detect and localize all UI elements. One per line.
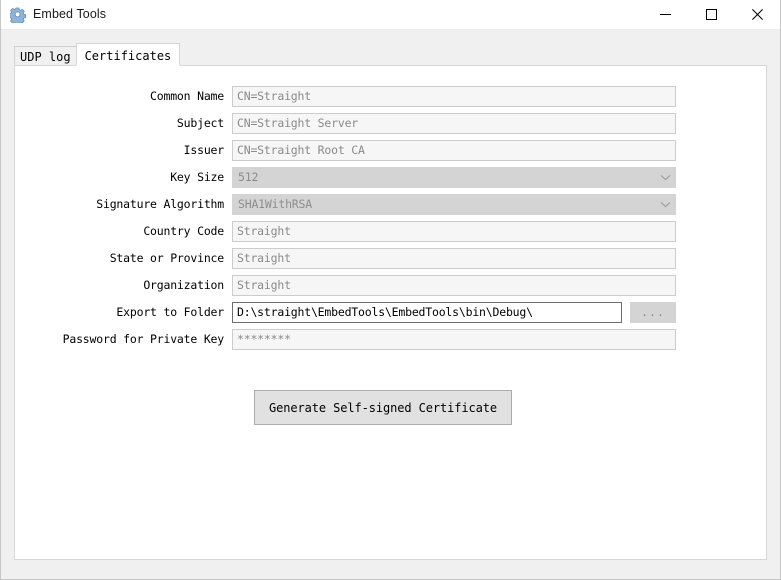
chevron-down-icon bbox=[655, 174, 675, 181]
maximize-button[interactable] bbox=[688, 0, 734, 29]
input-common-name[interactable]: CN=Straight bbox=[232, 86, 676, 107]
label-organization: Organization bbox=[143, 277, 224, 292]
label-common-name: Common Name bbox=[150, 88, 224, 103]
input-password-for-private-key[interactable]: ******** bbox=[232, 329, 676, 350]
control-common-name: CN=Straight bbox=[232, 86, 766, 107]
form-row-export-to-folder: Export to Folder D:\straight\EmbedTools\… bbox=[15, 302, 766, 323]
control-organization: Straight bbox=[232, 275, 766, 296]
form-row-organization: Organization Straight bbox=[15, 275, 766, 296]
control-issuer: CN=Straight Root CA bbox=[232, 140, 766, 161]
form-row-signature-algorithm: Signature Algorithm SHA1WithRSA bbox=[15, 194, 766, 215]
generate-self-signed-certificate-button[interactable]: Generate Self-signed Certificate bbox=[254, 390, 512, 425]
tab-udp-log[interactable]: UDP log bbox=[14, 46, 77, 65]
close-icon bbox=[751, 9, 763, 20]
browse-folder-button[interactable]: ... bbox=[630, 302, 676, 323]
tab-certificates[interactable]: Certificates bbox=[75, 43, 181, 66]
label-export-to-folder: Export to Folder bbox=[116, 304, 224, 319]
window-controls bbox=[642, 0, 780, 29]
window-title: Embed Tools bbox=[33, 7, 107, 22]
control-key-size: 512 bbox=[232, 167, 766, 188]
control-export-to-folder: D:\straight\EmbedTools\EmbedTools\bin\De… bbox=[232, 302, 766, 323]
control-password-for-private-key: ******** bbox=[232, 329, 766, 350]
form-row-issuer: Issuer CN=Straight Root CA bbox=[15, 140, 766, 161]
label-subject: Subject bbox=[176, 115, 224, 130]
form-row-key-size: Key Size 512 bbox=[15, 167, 766, 188]
label-password-for-private-key: Password for Private Key bbox=[62, 331, 225, 346]
control-state-or-province: Straight bbox=[232, 248, 766, 269]
control-signature-algorithm: SHA1WithRSA bbox=[232, 194, 766, 215]
tab-strip: UDP log Certificates bbox=[14, 42, 780, 66]
certificates-tab-panel: Common Name CN=Straight Subject CN=Strai… bbox=[14, 65, 767, 560]
label-signature-algorithm: Signature Algorithm bbox=[96, 196, 224, 211]
label-country-code: Country Code bbox=[143, 223, 224, 238]
input-export-to-folder[interactable]: D:\straight\EmbedTools\EmbedTools\bin\De… bbox=[232, 302, 622, 323]
form-row-password-for-private-key: Password for Private Key ******** bbox=[15, 329, 766, 350]
dropdown-signature-algorithm-value: SHA1WithRSA bbox=[238, 197, 312, 211]
certificate-form: Common Name CN=Straight Subject CN=Strai… bbox=[15, 86, 766, 356]
input-organization[interactable]: Straight bbox=[232, 275, 676, 296]
chevron-down-icon bbox=[655, 201, 675, 208]
input-state-or-province[interactable]: Straight bbox=[232, 248, 676, 269]
close-button[interactable] bbox=[734, 0, 780, 29]
label-issuer: Issuer bbox=[183, 142, 225, 157]
app-window: Embed Tools UDP log Certificates Common … bbox=[0, 0, 781, 580]
dropdown-key-size[interactable]: 512 bbox=[232, 167, 676, 188]
form-row-subject: Subject CN=Straight Server bbox=[15, 113, 766, 134]
input-subject[interactable]: CN=Straight Server bbox=[232, 113, 676, 134]
form-row-common-name: Common Name CN=Straight bbox=[15, 86, 766, 107]
dropdown-signature-algorithm[interactable]: SHA1WithRSA bbox=[232, 194, 676, 215]
tab-strip-container: UDP log Certificates bbox=[1, 42, 780, 66]
title-bar: Embed Tools bbox=[1, 0, 780, 30]
generate-button-container: Generate Self-signed Certificate bbox=[15, 390, 766, 425]
minimize-icon bbox=[659, 14, 671, 15]
control-subject: CN=Straight Server bbox=[232, 113, 766, 134]
dropdown-key-size-value: 512 bbox=[238, 170, 259, 184]
label-key-size: Key Size bbox=[170, 169, 224, 184]
maximize-icon bbox=[705, 9, 717, 20]
gear-icon bbox=[10, 7, 26, 23]
input-issuer[interactable]: CN=Straight Root CA bbox=[232, 140, 676, 161]
form-row-country-code: Country Code Straight bbox=[15, 221, 766, 242]
minimize-button[interactable] bbox=[642, 0, 688, 29]
label-state-or-province: State or Province bbox=[109, 250, 225, 265]
input-country-code[interactable]: Straight bbox=[232, 221, 676, 242]
control-country-code: Straight bbox=[232, 221, 766, 242]
form-row-state-or-province: State or Province Straight bbox=[15, 248, 766, 269]
